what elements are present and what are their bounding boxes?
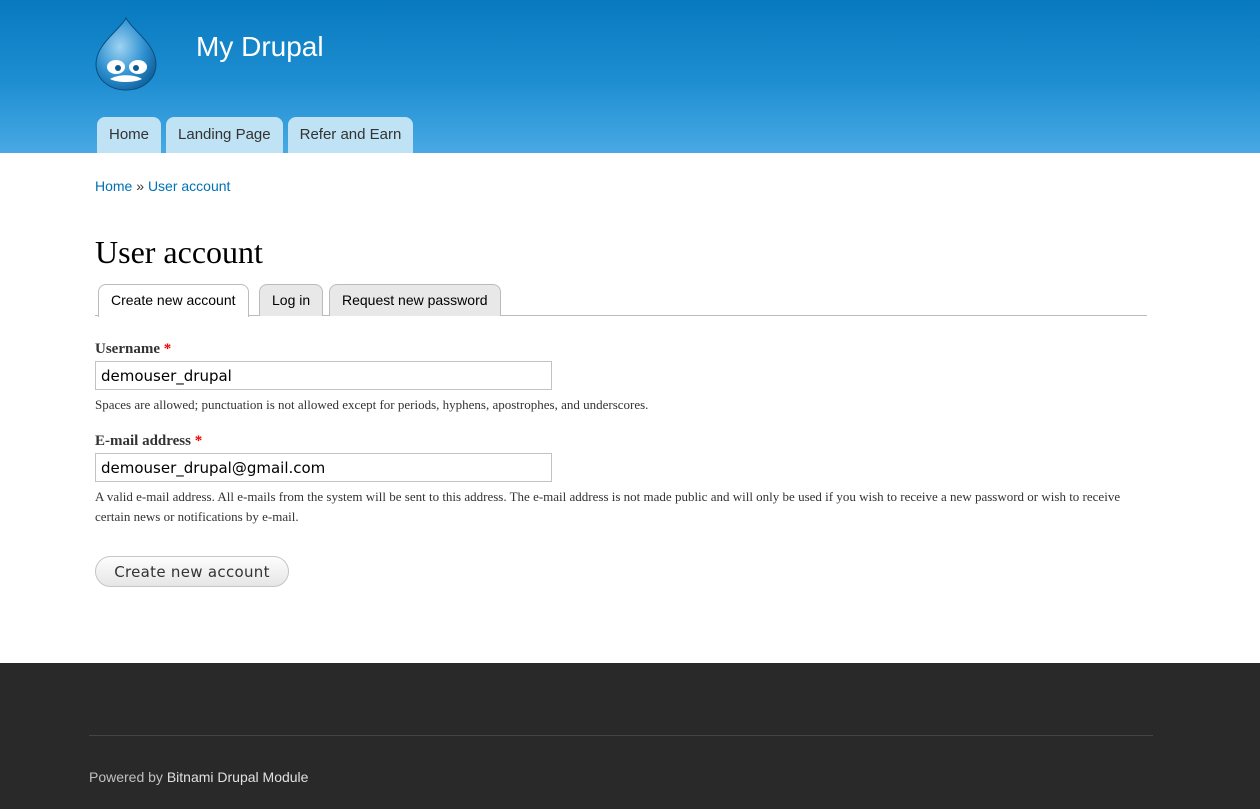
breadcrumb-home-link[interactable]: Home [95,178,132,194]
drupal-logo-icon[interactable] [92,16,160,92]
footer-divider [89,735,1153,736]
account-tabs: Create new account Log in Request new pa… [95,284,1147,317]
email-input[interactable] [95,453,552,482]
email-required-mark: * [194,433,203,449]
menu-item-home[interactable]: Home [97,117,162,153]
username-label: Username * [95,341,171,357]
menu-item-refer-and-earn[interactable]: Refer and Earn [287,117,414,153]
breadcrumb-current-link[interactable]: User account [148,178,230,194]
username-required-mark: * [163,341,172,357]
main-menu: Home Landing Page Refer and Earn [97,117,418,153]
registration-form: Username * Spaces are allowed; punctuati… [95,340,1155,527]
site-footer: Powered by Bitnami Drupal Module [0,663,1260,809]
username-label-text: Username [95,341,160,357]
email-label-text: E-mail address [95,433,191,449]
email-label: E-mail address * [95,433,202,449]
site-header: My Drupal Home Landing Page Refer and Ea… [0,0,1260,153]
email-description: A valid e-mail address. All e-mails from… [95,489,1121,524]
tab-log-in[interactable]: Log in [259,284,324,316]
email-field: E-mail address * A valid e-mail address.… [95,432,1155,527]
tab-create-new-account[interactable]: Create new account [98,284,249,317]
site-name[interactable]: My Drupal [196,31,324,63]
username-description: Spaces are allowed; punctuation is not a… [95,397,649,412]
username-input[interactable] [95,361,552,390]
page-title: User account [95,234,263,270]
powered-by-text: Powered by [89,769,163,785]
tab-request-new-password[interactable]: Request new password [329,284,501,316]
create-new-account-button[interactable]: Create new account [95,556,289,587]
breadcrumb: Home » User account [95,178,230,194]
username-field: Username * Spaces are allowed; punctuati… [95,340,1155,415]
menu-item-landing-page[interactable]: Landing Page [166,117,283,153]
breadcrumb-separator: » [136,178,145,194]
bitnami-link[interactable]: Bitnami Drupal Module [167,769,309,785]
powered-by: Powered by Bitnami Drupal Module [89,769,308,785]
